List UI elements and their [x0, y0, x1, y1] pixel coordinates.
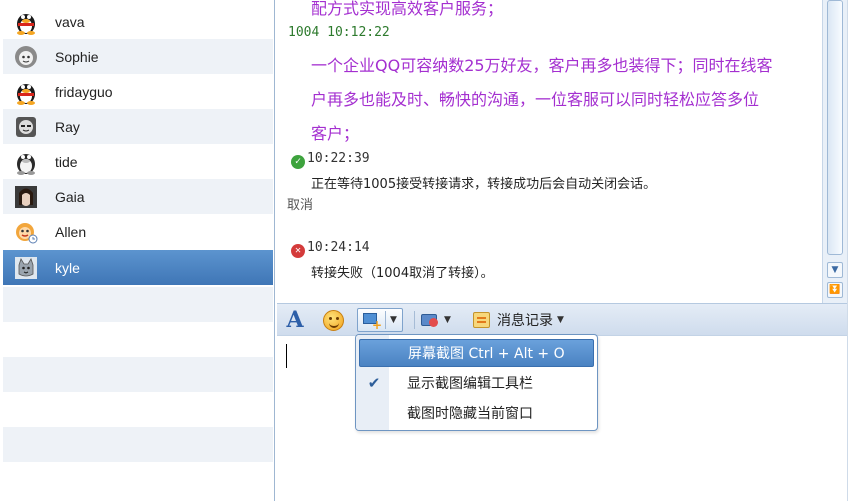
avatar-face-icon: [13, 114, 39, 140]
contact-item-gaia[interactable]: Gaia: [3, 179, 273, 214]
row-stripe: [3, 427, 273, 462]
system-message: 转接失败（1004取消了转接）。: [311, 266, 494, 281]
toolbar-divider: [414, 311, 415, 329]
message-history-button[interactable]: 消息记录 ▼: [472, 308, 590, 332]
timestamp: 10:22:39: [307, 151, 370, 166]
contact-item-tide[interactable]: tide: [3, 144, 273, 179]
scrollbar-thumb[interactable]: [827, 0, 843, 255]
text-cursor: [286, 344, 287, 368]
send-file-button[interactable]: ▼: [420, 308, 462, 332]
contact-name: Sophie: [55, 48, 99, 65]
error-x-icon: ✕: [291, 244, 305, 258]
contact-name: Gaia: [55, 188, 85, 205]
chevron-down-icon[interactable]: ▼: [390, 315, 397, 325]
system-message-time: ✓ 10:22:39: [291, 151, 370, 169]
screenshot-menu: 屏幕截图 Ctrl + Alt + O ✔ 显示截图编辑工具栏 截图时隐藏当前窗…: [355, 334, 598, 431]
message-text: 配方式实现高效客户服务；: [311, 0, 504, 18]
message-text: 一个企业QQ可容纳数25万好友，客户再多也装得下；同时在线客: [311, 56, 773, 75]
avatar-photo-icon: [13, 184, 39, 210]
contact-list: vava Sophie fridayguo Ray tide Gaia Alle…: [0, 0, 275, 501]
chat-scrollbar[interactable]: ▼ ⏬: [822, 0, 847, 303]
contact-item-sophie[interactable]: Sophie: [3, 39, 273, 74]
message-meta: 1004 10:12:22: [288, 25, 390, 40]
file-transfer-icon: [420, 311, 440, 329]
screenshot-button[interactable]: + ▼: [357, 308, 403, 332]
emoji-button[interactable]: [321, 308, 345, 332]
row-stripe: [3, 357, 273, 392]
contact-item-vava[interactable]: vava: [3, 4, 273, 39]
menu-item-hide-window[interactable]: 截图时隐藏当前窗口: [359, 399, 594, 427]
menu-item-show-edit-toolbar[interactable]: ✔ 显示截图编辑工具栏: [359, 369, 594, 397]
menu-item-label: 屏幕截图 Ctrl + Alt + O: [408, 346, 565, 362]
menu-item-label: 截图时隐藏当前窗口: [407, 406, 533, 422]
contact-item-allen[interactable]: Allen: [3, 214, 273, 249]
contact-item-fridayguo[interactable]: fridayguo: [3, 74, 273, 109]
contact-name: Ray: [55, 118, 80, 135]
contact-name: fridayguo: [55, 83, 113, 100]
chat-history: 配方式实现高效客户服务； 1004 10:12:22 一个企业QQ可容纳数25万…: [277, 0, 822, 303]
message-text: 户再多也能及时、畅快的沟通，一位客服可以同时轻松应答多位: [311, 90, 760, 109]
contact-item-ray[interactable]: Ray: [3, 109, 273, 144]
contact-name: Allen: [55, 223, 87, 240]
timestamp: 10:24:14: [307, 240, 370, 255]
contact-item-kyle[interactable]: kyle: [3, 250, 273, 285]
row-stripe: [3, 287, 273, 322]
window-edge: [847, 0, 852, 501]
system-message-time: ✕ 10:24:14: [291, 240, 370, 258]
menu-item-screenshot[interactable]: 屏幕截图 Ctrl + Alt + O: [359, 339, 594, 367]
contact-name: tide: [55, 153, 78, 170]
avatar-cat-icon: [13, 255, 39, 281]
chevron-down-icon[interactable]: ▼: [557, 315, 564, 325]
contact-name: kyle: [55, 259, 80, 276]
chevron-down-icon[interactable]: ▼: [444, 315, 451, 325]
message-history-label: 消息记录: [497, 313, 553, 329]
screenshot-icon: +: [362, 311, 382, 331]
cancel-link[interactable]: 取消: [287, 194, 313, 213]
checkmark-icon: ✔: [367, 374, 381, 392]
message-history-icon: [472, 311, 492, 329]
menu-item-label: 显示截图编辑工具栏: [407, 376, 533, 392]
scroll-to-bottom-icon[interactable]: ⏬: [827, 282, 843, 298]
success-check-icon: ✓: [291, 155, 305, 169]
font-icon[interactable]: A: [283, 307, 307, 333]
system-message: 正在等待1005接受转接请求，转接成功后会自动关闭会话。: [311, 177, 657, 192]
smiley-icon: [322, 309, 344, 331]
penguin-icon: [13, 149, 39, 175]
message-text: 客户；: [311, 124, 360, 143]
input-toolbar: A + ▼ ▼ 消息记录 ▼: [277, 303, 847, 336]
penguin-icon: [13, 9, 39, 35]
scroll-down-icon[interactable]: ▼: [827, 262, 843, 278]
contact-name: vava: [55, 13, 85, 30]
avatar-girl-icon: [13, 44, 39, 70]
avatar-cartoon-icon: [13, 219, 39, 245]
penguin-icon: [13, 79, 39, 105]
